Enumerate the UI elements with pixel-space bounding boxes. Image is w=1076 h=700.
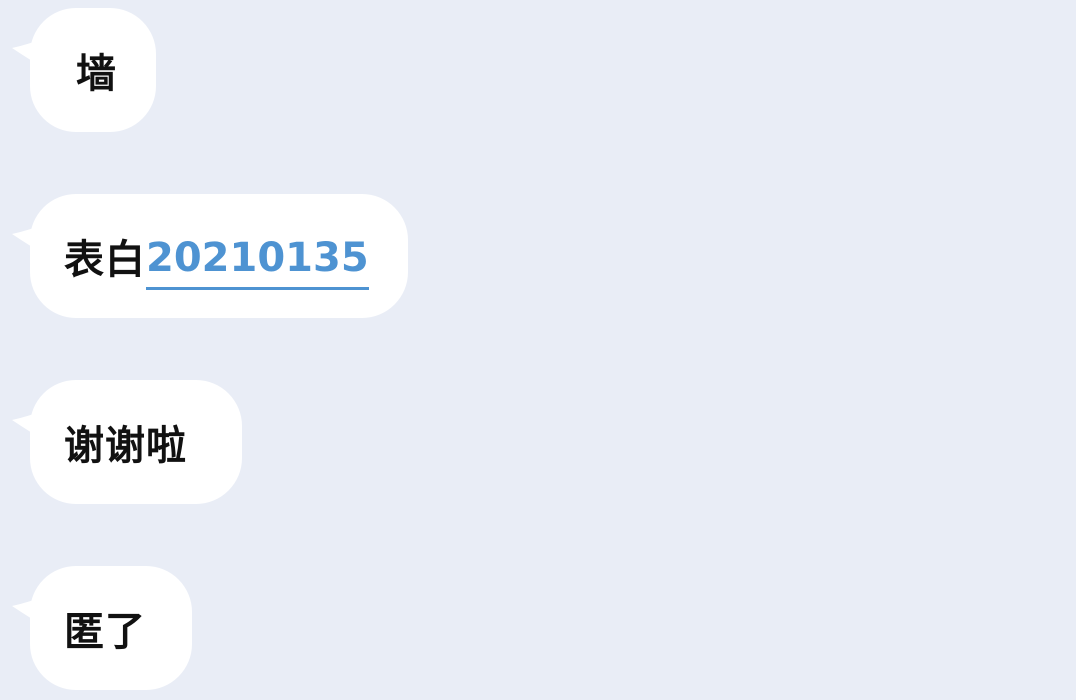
message-bubble[interactable]: 墙 — [30, 8, 156, 132]
message-text: 谢谢啦 — [64, 423, 187, 469]
message-bubble[interactable]: 谢谢啦 — [30, 380, 242, 504]
message-text: 表白 — [64, 237, 146, 283]
message-text: 墙 — [76, 51, 117, 97]
chat-area: 墙 表白 20210135 谢谢啦 匿了 — [0, 0, 1076, 700]
message-text: 匿了 — [64, 609, 146, 655]
message-bubble[interactable]: 匿了 — [30, 566, 192, 690]
message-bubble[interactable]: 表白 20210135 — [30, 194, 408, 318]
message-link[interactable]: 20210135 — [146, 235, 369, 290]
